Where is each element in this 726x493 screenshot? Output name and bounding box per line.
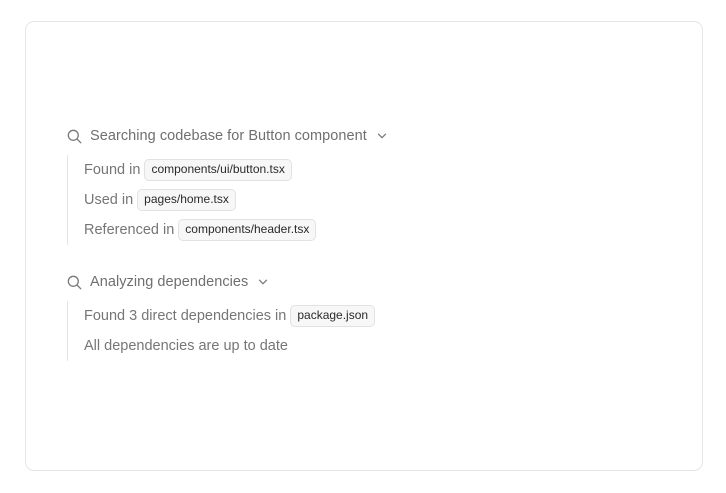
dependency-step: Analyzing dependencies Found 3 direct de… bbox=[67, 271, 667, 361]
item-text: Referenced in bbox=[84, 222, 175, 238]
list-item: All dependencies are up to date bbox=[84, 331, 667, 361]
search-step: Searching codebase for Button component … bbox=[67, 125, 667, 245]
list-item: Found in components/ui/button.tsx bbox=[84, 155, 667, 185]
file-badge[interactable]: components/header.tsx bbox=[178, 219, 317, 241]
search-step-results: Found in components/ui/button.tsx Used i… bbox=[67, 155, 667, 245]
search-step-title: Searching codebase for Button component bbox=[90, 128, 367, 144]
search-icon bbox=[67, 129, 82, 144]
item-text: Found in bbox=[84, 162, 141, 178]
dependency-step-header[interactable]: Analyzing dependencies bbox=[67, 271, 667, 293]
item-text: All dependencies are up to date bbox=[84, 338, 288, 354]
item-text: Used in bbox=[84, 192, 134, 208]
card-container: Searching codebase for Button component … bbox=[25, 21, 703, 471]
chevron-down-icon[interactable] bbox=[257, 276, 269, 288]
search-icon bbox=[67, 275, 82, 290]
chevron-down-icon[interactable] bbox=[376, 130, 388, 142]
file-badge[interactable]: components/ui/button.tsx bbox=[144, 159, 292, 181]
dependency-step-title: Analyzing dependencies bbox=[90, 274, 249, 290]
list-item: Found 3 direct dependencies in package.j… bbox=[84, 301, 667, 331]
file-badge[interactable]: pages/home.tsx bbox=[137, 189, 236, 211]
list-item: Referenced in components/header.tsx bbox=[84, 215, 667, 245]
item-text: Found 3 direct dependencies in bbox=[84, 308, 287, 324]
file-badge[interactable]: package.json bbox=[290, 305, 376, 327]
list-item: Used in pages/home.tsx bbox=[84, 185, 667, 215]
search-step-header[interactable]: Searching codebase for Button component bbox=[67, 125, 667, 147]
dependency-step-results: Found 3 direct dependencies in package.j… bbox=[67, 301, 667, 361]
